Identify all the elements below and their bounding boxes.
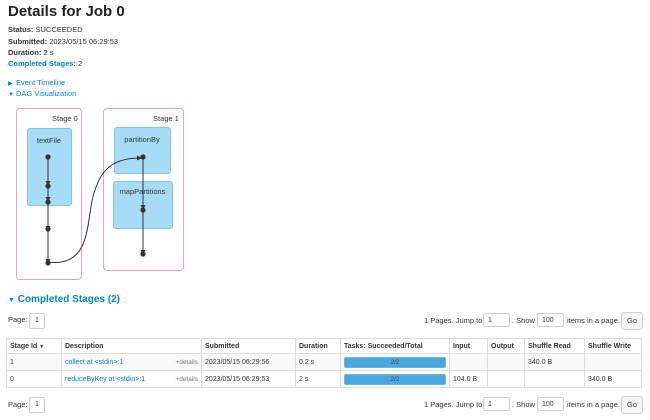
cell-description: collect at <stdin>:1 +details xyxy=(61,353,202,371)
items-label: items in a page. xyxy=(567,316,620,325)
completed-stages-section-toggle[interactable]: ▼ Completed Stages (2) xyxy=(8,294,120,305)
go-button[interactable]: Go xyxy=(621,396,643,414)
column-stage-id[interactable]: Stage Id ▼ xyxy=(6,338,62,354)
show-label: . Show xyxy=(512,400,535,409)
cell-stage-id: 1 xyxy=(6,353,62,371)
dag-node xyxy=(140,251,146,257)
completed-stages-table: Stage Id ▼ Description Submitted Duration… xyxy=(6,338,642,388)
dag-node xyxy=(140,207,146,213)
column-description[interactable]: Description xyxy=(61,338,202,354)
items-label: items in a page. xyxy=(567,400,620,409)
cell-tasks: 2/2 xyxy=(340,353,450,371)
page-size-input[interactable] xyxy=(537,313,564,327)
tasks-progress-bar: 2/2 xyxy=(344,356,446,368)
dag-node xyxy=(45,199,51,205)
column-tasks[interactable]: Tasks: Succeeded/Total xyxy=(340,338,450,354)
go-button[interactable]: Go xyxy=(621,312,643,330)
jump-to-page-input[interactable] xyxy=(483,397,510,411)
cell-input: 104.0 B xyxy=(449,370,488,388)
jump-to-page-input[interactable] xyxy=(483,313,510,327)
cell-output xyxy=(487,370,525,388)
column-shuffle-read[interactable]: Shuffle Read xyxy=(524,338,585,354)
dag-node xyxy=(45,226,51,232)
cell-input xyxy=(449,353,488,371)
cell-shuffle-write: 340.0 B xyxy=(584,370,642,388)
page-button-1[interactable]: 1 xyxy=(29,397,45,413)
dag-node xyxy=(45,183,51,189)
table-row: 1 collect at <stdin>:1 +details 2023/05/… xyxy=(6,353,642,371)
cell-stage-id: 0 xyxy=(6,370,62,388)
cell-tasks: 2/2 xyxy=(340,370,450,388)
pages-jump-label: 1 Pages. Jump to xyxy=(424,400,483,409)
cell-duration: 0.2 s xyxy=(295,353,341,371)
chevron-down-icon: ▼ xyxy=(8,297,15,304)
cell-shuffle-write xyxy=(584,353,642,371)
details-toggle[interactable]: +details xyxy=(175,359,198,366)
page-label: Page: xyxy=(8,400,28,409)
tasks-progress-bar: 2/2 xyxy=(344,373,446,385)
column-input[interactable]: Input xyxy=(449,338,488,354)
cell-description: reduceByKey at <stdin>:1 +details xyxy=(61,370,202,388)
sort-desc-icon: ▼ xyxy=(39,343,45,350)
show-label: . Show xyxy=(512,316,535,325)
dag-edges xyxy=(45,154,146,266)
table-row: 0 reduceByKey at <stdin>:1 +details 2023… xyxy=(6,370,642,388)
dag-node xyxy=(45,260,51,266)
cell-submitted: 2023/05/15 06:29:56 xyxy=(201,353,296,371)
stage-description-link[interactable]: collect at <stdin>:1 xyxy=(65,359,123,366)
stage-description-link[interactable]: reduceByKey at <stdin>:1 xyxy=(65,376,145,383)
table-header-row: Stage Id ▼ Description Submitted Duration… xyxy=(6,338,642,354)
cell-submitted: 2023/05/15 06:29:53 xyxy=(201,370,296,388)
column-duration[interactable]: Duration xyxy=(295,338,341,354)
pages-jump-label: 1 Pages. Jump to xyxy=(424,316,483,325)
page-size-input[interactable] xyxy=(537,397,564,411)
tasks-progress-label: 2/2 xyxy=(390,358,400,366)
completed-stages-title: Completed Stages (2) xyxy=(17,294,120,305)
column-shuffle-write[interactable]: Shuffle Write xyxy=(584,338,642,354)
cell-output xyxy=(487,353,525,371)
cell-duration: 2 s xyxy=(295,370,341,388)
cell-shuffle-read xyxy=(524,370,585,388)
column-submitted[interactable]: Submitted xyxy=(201,338,296,354)
page-button-1[interactable]: 1 xyxy=(29,313,45,329)
dag-edge-shuffle xyxy=(47,157,142,263)
dag-node xyxy=(45,154,51,160)
cell-shuffle-read: 340.0 B xyxy=(524,353,585,371)
details-toggle[interactable]: +details xyxy=(175,376,198,383)
column-output[interactable]: Output xyxy=(487,338,525,354)
tasks-progress-label: 2/2 xyxy=(390,375,400,383)
dag-node xyxy=(140,154,146,160)
page-label: Page: xyxy=(8,315,28,324)
